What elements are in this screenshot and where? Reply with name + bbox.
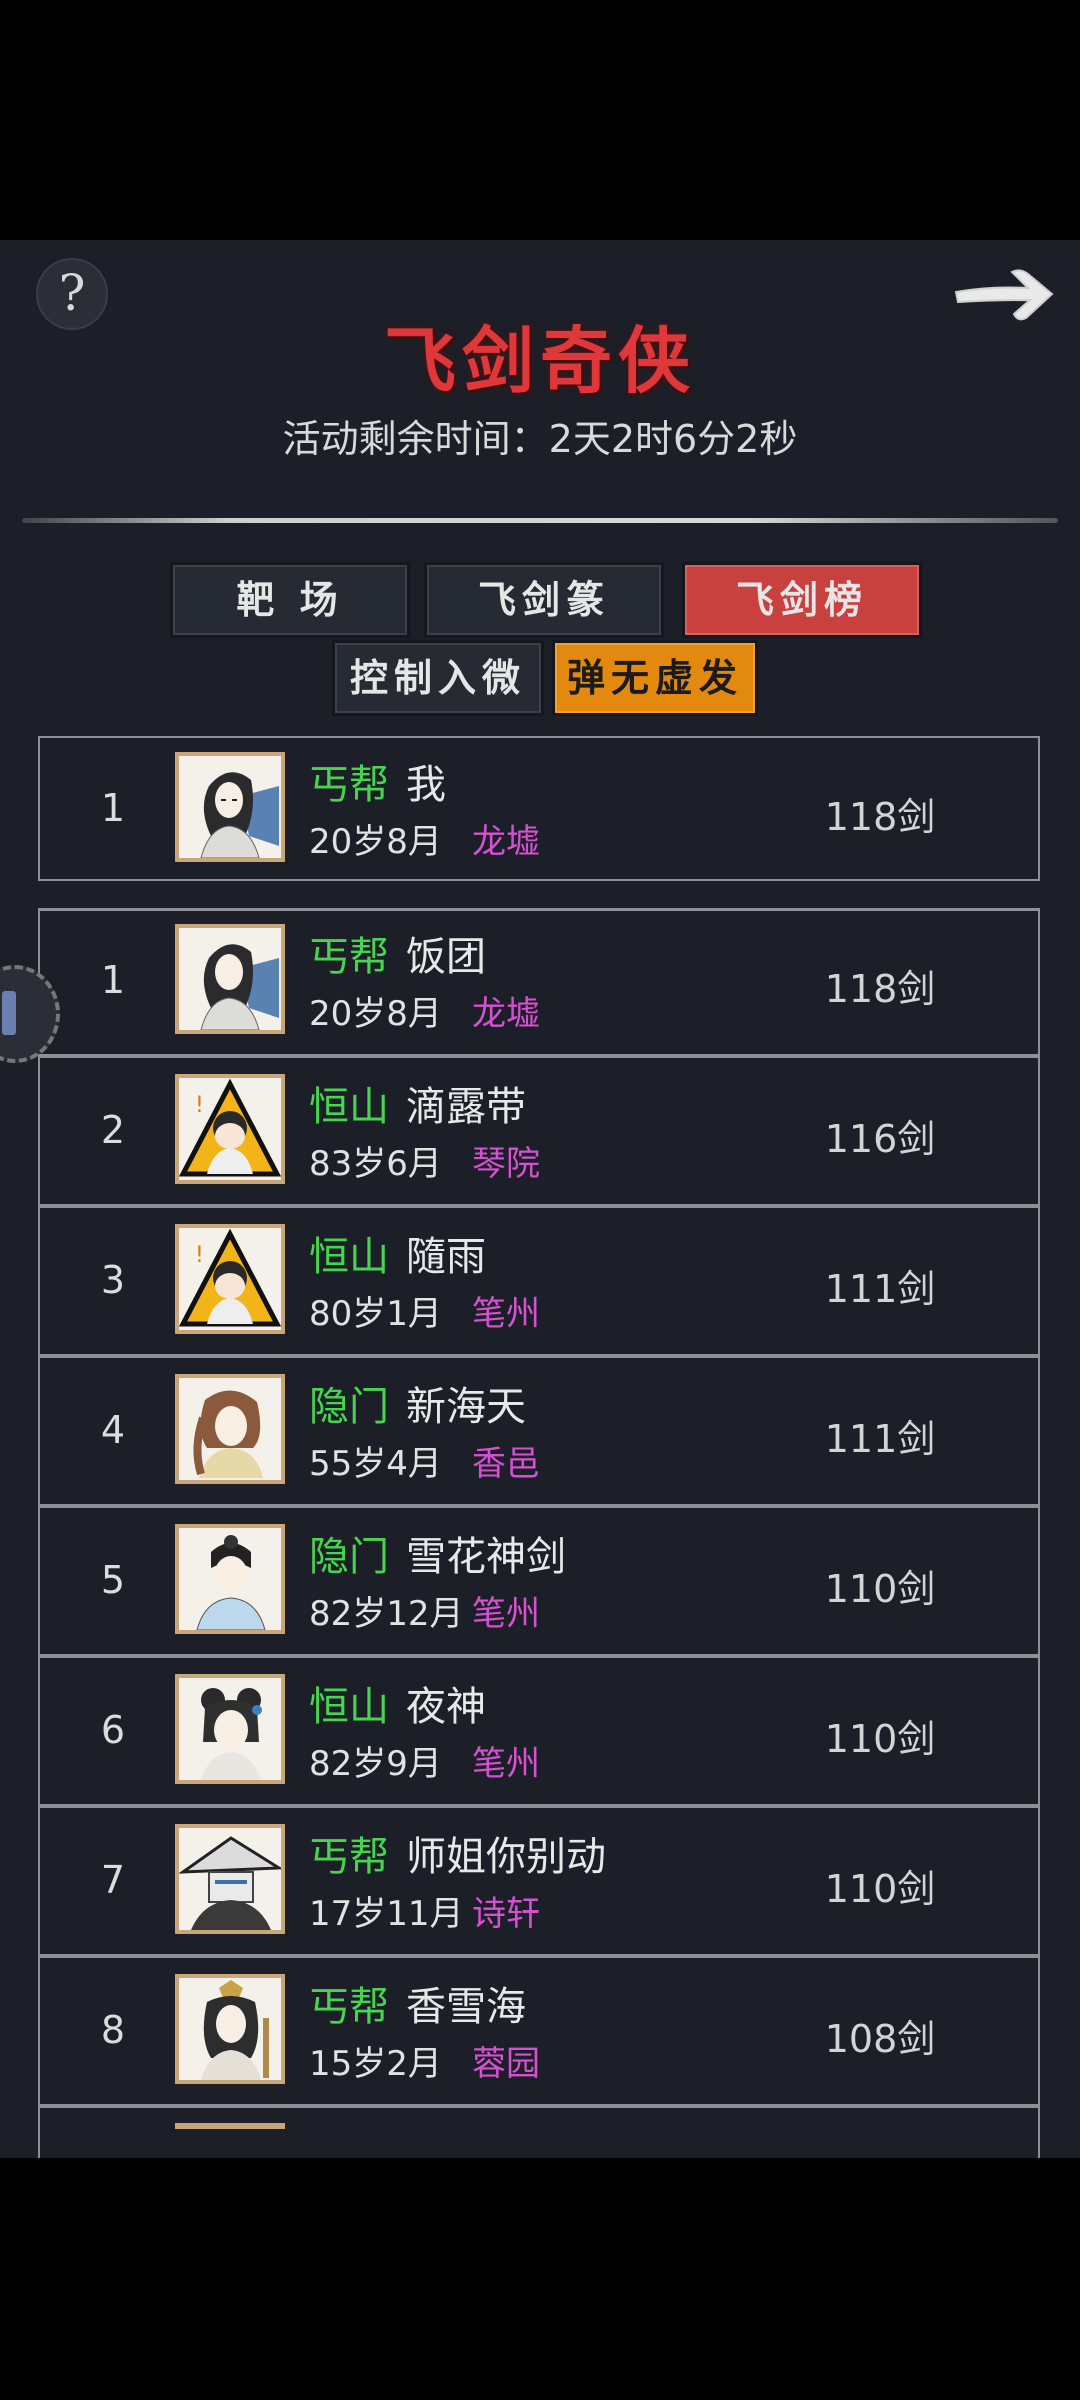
my-place: 龙墟 bbox=[472, 822, 540, 862]
player-place: 笔州 bbox=[472, 1744, 540, 1784]
my-sect: 丐帮 bbox=[309, 762, 389, 808]
young-scholar-avatar-icon bbox=[179, 1528, 281, 1630]
side-drawer-handle[interactable] bbox=[0, 965, 60, 1063]
row-separator bbox=[38, 1504, 1040, 1508]
player-score: 116剑 bbox=[824, 1117, 936, 1161]
player-name: 饭团 bbox=[406, 934, 486, 980]
my-score: 118剑 bbox=[824, 795, 936, 839]
tab-precise-control[interactable]: 控制入微 bbox=[332, 640, 544, 716]
svg-text:!: ! bbox=[195, 1243, 204, 1268]
player-avatar[interactable] bbox=[175, 1824, 285, 1934]
page-title: 飞剑奇侠 bbox=[383, 318, 696, 403]
player-avatar[interactable] bbox=[175, 924, 285, 1034]
leaderboard-right-border bbox=[1038, 908, 1040, 2158]
row-separator bbox=[38, 1204, 1040, 1208]
row-separator bbox=[38, 1954, 1040, 1958]
row-separator bbox=[38, 1054, 1040, 1058]
player-place: 蓉园 bbox=[472, 2044, 540, 2084]
tab-never-miss[interactable]: 弹无虚发 bbox=[552, 640, 758, 716]
player-avatar[interactable] bbox=[175, 1524, 285, 1634]
player-age: 55岁4月 bbox=[309, 1444, 442, 1484]
player-sect: 恒山 bbox=[309, 1084, 389, 1130]
next-avatar-peek bbox=[175, 2123, 285, 2129]
drawer-icon bbox=[2, 991, 16, 1035]
tab-flying-sword-ranking[interactable]: 飞剑榜 bbox=[682, 562, 922, 638]
player-place: 香邑 bbox=[472, 1444, 540, 1484]
rank-number: 2 bbox=[100, 1108, 126, 1152]
rank-number: 5 bbox=[100, 1558, 126, 1602]
player-score: 110剑 bbox=[824, 1867, 936, 1911]
player-score: 110剑 bbox=[824, 1567, 936, 1611]
player-name: 隨雨 bbox=[406, 1234, 486, 1280]
rank-number: 8 bbox=[100, 2008, 126, 2052]
female-swordsman-fan-avatar-icon bbox=[179, 928, 281, 1030]
female-swordsman-fan-avatar-icon bbox=[179, 756, 281, 858]
player-avatar[interactable] bbox=[175, 1974, 285, 2084]
player-age: 83岁6月 bbox=[309, 1144, 442, 1184]
player-age: 20岁8月 bbox=[309, 994, 442, 1034]
my-name: 我 bbox=[406, 762, 446, 808]
player-sect: 恒山 bbox=[309, 1234, 389, 1280]
my-rank-number: 1 bbox=[100, 786, 126, 830]
player-place: 琴院 bbox=[472, 1144, 540, 1184]
player-name: 雪花神剑 bbox=[406, 1534, 566, 1580]
masked-hat-avatar-icon bbox=[179, 1828, 281, 1930]
player-age: 80岁1月 bbox=[309, 1294, 442, 1334]
my-avatar[interactable] bbox=[175, 752, 285, 862]
warning-chibi-avatar-icon: ! bbox=[179, 1228, 281, 1330]
player-name: 滴露带 bbox=[406, 1084, 526, 1130]
leaderboard-top-border bbox=[38, 908, 1040, 911]
player-name: 新海天 bbox=[406, 1384, 526, 1430]
tab-flying-sword-seal[interactable]: 飞剑篆 bbox=[424, 562, 664, 638]
player-place: 笔州 bbox=[472, 1294, 540, 1334]
row-separator bbox=[38, 1654, 1040, 1658]
player-name: 香雪海 bbox=[406, 1984, 526, 2030]
hairpin-girl-avatar-icon bbox=[179, 1678, 281, 1780]
player-age: 15岁2月 bbox=[309, 2044, 442, 2084]
player-sect: 隐门 bbox=[309, 1384, 389, 1430]
player-score: 118剑 bbox=[824, 967, 936, 1011]
player-place: 笔州 bbox=[472, 1594, 540, 1634]
phone-frame: ? 飞剑奇侠 活动剩余时间：2天2时6分2秒 靶 场 飞剑篆 飞剑榜 控制入微 … bbox=[0, 0, 1080, 2400]
warning-chibi-avatar-icon: ! bbox=[179, 1078, 281, 1180]
player-score: 108剑 bbox=[824, 2017, 936, 2061]
game-screen: ? 飞剑奇侠 活动剩余时间：2天2时6分2秒 靶 场 飞剑篆 飞剑榜 控制入微 … bbox=[0, 240, 1080, 2158]
player-avatar[interactable] bbox=[175, 1674, 285, 1784]
event-timer: 活动剩余时间：2天2时6分2秒 bbox=[282, 417, 798, 461]
rank-number: 3 bbox=[100, 1258, 126, 1302]
player-avatar[interactable]: ! bbox=[175, 1224, 285, 1334]
braided-lady-avatar-icon bbox=[179, 1378, 281, 1480]
player-age: 82岁12月 bbox=[309, 1594, 464, 1634]
player-name: 夜神 bbox=[406, 1684, 486, 1730]
player-avatar[interactable] bbox=[175, 1374, 285, 1484]
leaderboard-left-border bbox=[38, 908, 40, 2158]
crowned-lady-avatar-icon bbox=[179, 1978, 281, 2080]
svg-text:!: ! bbox=[195, 1093, 204, 1118]
my-age: 20岁8月 bbox=[309, 822, 442, 862]
header-divider bbox=[22, 518, 1058, 523]
rank-number: 6 bbox=[100, 1708, 126, 1752]
player-age: 82岁9月 bbox=[309, 1744, 442, 1784]
rank-number: 1 bbox=[100, 958, 126, 1002]
player-age: 17岁11月 bbox=[309, 1894, 464, 1934]
rank-number: 4 bbox=[100, 1408, 126, 1452]
player-sect: 丐帮 bbox=[309, 1834, 389, 1880]
row-separator bbox=[38, 2104, 1040, 2108]
player-avatar[interactable]: ! bbox=[175, 1074, 285, 1184]
player-place: 诗轩 bbox=[472, 1894, 540, 1934]
row-separator bbox=[38, 1804, 1040, 1808]
player-score: 110剑 bbox=[824, 1717, 936, 1761]
player-sect: 丐帮 bbox=[309, 934, 389, 980]
player-score: 111剑 bbox=[824, 1267, 936, 1311]
player-sect: 恒山 bbox=[309, 1684, 389, 1730]
row-separator bbox=[38, 1354, 1040, 1358]
rank-number: 7 bbox=[100, 1858, 126, 1902]
player-name: 师姐你别动 bbox=[406, 1834, 606, 1880]
tab-target-range[interactable]: 靶 场 bbox=[170, 562, 410, 638]
player-sect: 隐门 bbox=[309, 1534, 389, 1580]
player-place: 龙墟 bbox=[472, 994, 540, 1034]
player-sect: 丐帮 bbox=[309, 1984, 389, 2030]
player-score: 111剑 bbox=[824, 1417, 936, 1461]
